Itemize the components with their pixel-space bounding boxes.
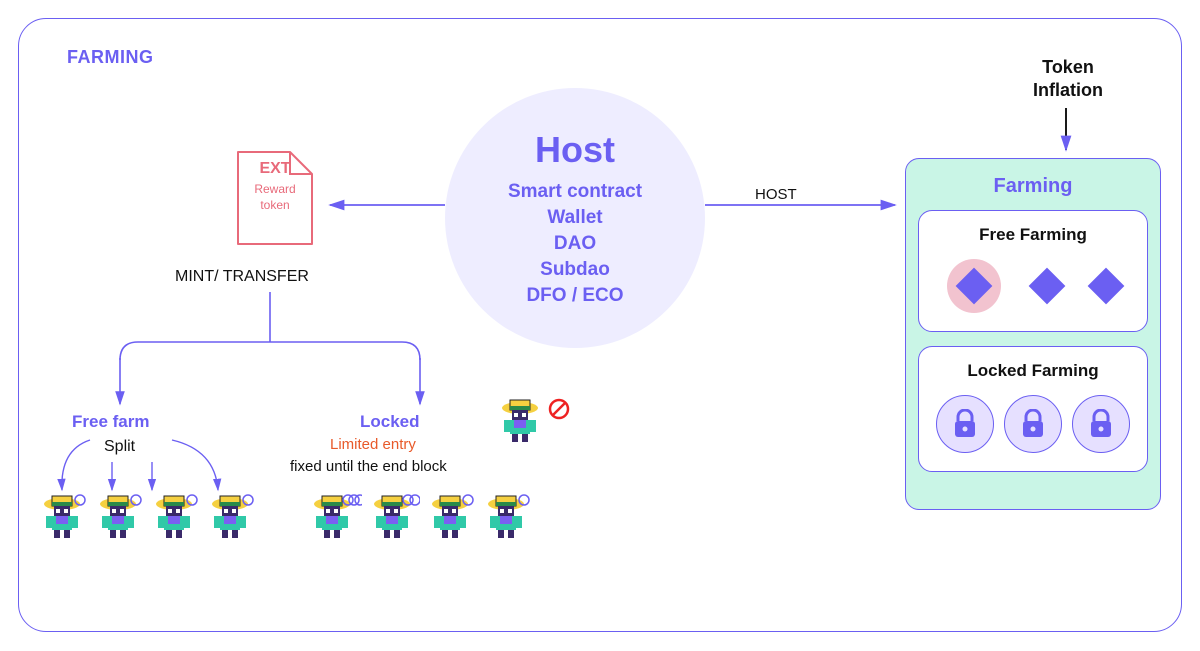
farmer-banned	[498, 398, 546, 451]
farmer-icon	[428, 494, 476, 542]
farmer-icon	[498, 398, 546, 446]
diamond-highlighted	[947, 259, 1001, 313]
farmer-icon	[310, 494, 362, 542]
lock-icon	[1019, 409, 1047, 439]
host-line-5: DFO / ECO	[526, 285, 623, 307]
token-inflation-2: Inflation	[1033, 80, 1103, 100]
locked-farming-box: Locked Farming	[918, 346, 1148, 472]
farming-panel-title: Farming	[918, 175, 1148, 198]
host-line-4: Subdao	[540, 259, 610, 281]
diamond-row	[931, 259, 1135, 313]
ext-sub1: Reward	[254, 182, 295, 196]
free-farm-label: Free farm	[72, 412, 149, 432]
lock-icon	[951, 409, 979, 439]
ban-icon	[548, 398, 570, 425]
free-farming-title: Free Farming	[931, 225, 1135, 245]
host-line-3: DAO	[554, 233, 596, 255]
farmer-icon	[370, 494, 420, 542]
diamond-icon	[1034, 273, 1060, 299]
lock-icon	[1087, 409, 1115, 439]
fixed-until-label: fixed until the end block	[290, 458, 447, 475]
host-circle: Host Smart contract Wallet DAO Subdao DF…	[445, 88, 705, 348]
host-title: Host	[535, 129, 615, 171]
ext-sub: Reward token	[234, 182, 316, 213]
frame-title: FARMING	[67, 47, 154, 68]
token-inflation-1: Token	[1042, 57, 1094, 77]
mint-transfer-label: MINT/ TRANSFER	[175, 268, 309, 286]
lock-circle	[936, 395, 994, 453]
ext-sub2: token	[260, 198, 289, 212]
free-farming-box: Free Farming	[918, 210, 1148, 332]
farmer-icon	[208, 494, 256, 542]
free-farm-farmers	[40, 494, 256, 542]
diamond-icon	[956, 268, 993, 305]
lock-row	[931, 395, 1135, 453]
lock-circle	[1004, 395, 1062, 453]
farmer-icon	[96, 494, 144, 542]
split-label: Split	[104, 438, 135, 456]
lock-circle	[1072, 395, 1130, 453]
farmer-icon	[40, 494, 88, 542]
locked-label: Locked	[360, 412, 420, 432]
token-inflation-label: Token Inflation	[1008, 56, 1128, 103]
locked-farmers	[310, 494, 532, 542]
farmer-icon	[484, 494, 532, 542]
ext-title: EXT	[234, 160, 316, 178]
ext-document: EXT Reward token	[234, 148, 316, 248]
limited-entry-label: Limited entry	[330, 436, 416, 453]
host-line-1: Smart contract	[508, 181, 642, 203]
host-line-2: Wallet	[547, 207, 602, 229]
farmer-icon	[152, 494, 200, 542]
locked-farming-title: Locked Farming	[931, 361, 1135, 381]
diamond-icon	[1093, 273, 1119, 299]
farming-panel: Farming Free Farming Locked Farming	[905, 158, 1161, 510]
host-arrow-label: HOST	[755, 186, 797, 203]
